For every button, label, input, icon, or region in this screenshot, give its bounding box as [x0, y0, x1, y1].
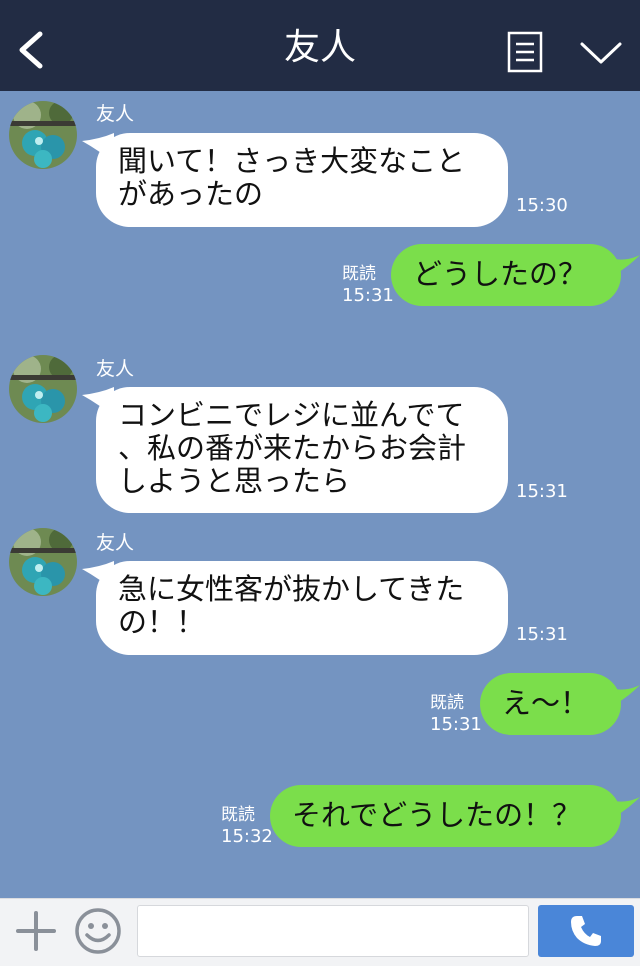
message-bubble[interactable]: コンビニでレジに並んでて 、私の番が来たからお会計 しようと思ったら	[96, 387, 508, 513]
message-bubble[interactable]: それでどうしたの！？	[270, 785, 621, 847]
chat-title: 友人	[283, 27, 356, 68]
call-button[interactable]	[538, 905, 634, 957]
read-status: 既読	[430, 693, 464, 713]
message-bubble[interactable]: どうしたの？	[391, 244, 621, 306]
chat-header: 友人	[0, 0, 640, 91]
avatar-image	[9, 101, 77, 169]
message-bubble[interactable]: え〜！	[480, 673, 621, 735]
avatar[interactable]	[9, 528, 77, 596]
message-time: 15:31	[516, 624, 568, 645]
avatar-image	[9, 528, 77, 596]
message-bubble[interactable]: 聞いて！さっき大変なこと があったの	[96, 133, 508, 227]
input-bar	[0, 898, 640, 966]
message-time: 15:31	[342, 285, 394, 306]
message-time: 15:32	[221, 826, 273, 847]
avatar[interactable]	[9, 101, 77, 169]
message-bubble[interactable]: 急に女性客が抜かしてきた の！！	[96, 561, 508, 655]
read-status: 既読	[342, 264, 376, 284]
plus-icon[interactable]	[14, 909, 58, 953]
sender-name: 友人	[96, 358, 135, 380]
message-input[interactable]	[137, 905, 529, 957]
sender-name: 友人	[96, 103, 135, 125]
sender-name: 友人	[96, 532, 135, 554]
chat-area: 友人 聞いて！さっき大変なこと があったの 15:30 既読 15:31 どうし…	[0, 91, 640, 898]
phone-icon	[571, 916, 601, 946]
avatar-image	[9, 355, 77, 423]
message-time: 15:31	[430, 714, 482, 735]
menu-icon[interactable]	[506, 30, 544, 74]
emoji-icon[interactable]	[74, 907, 122, 955]
message-time: 15:30	[516, 195, 568, 216]
chevron-down-icon[interactable]	[578, 36, 624, 68]
read-status: 既読	[221, 805, 255, 825]
avatar[interactable]	[9, 355, 77, 423]
message-time: 15:31	[516, 481, 568, 502]
